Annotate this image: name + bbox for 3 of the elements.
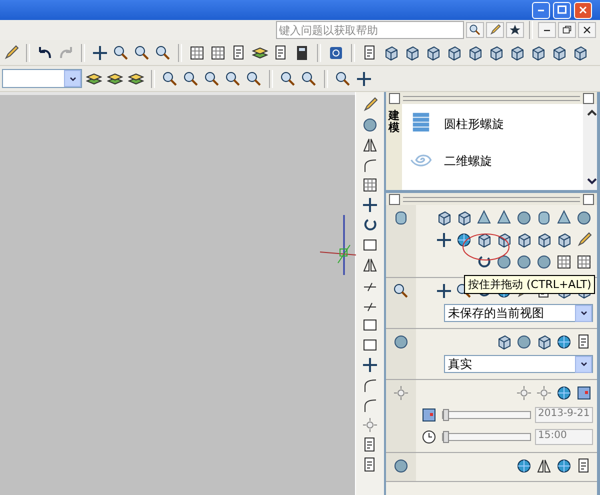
tooltip: 按住并拖动 (CTRL+ALT) — [464, 275, 596, 294]
date-field: 2013-9-21 — [535, 407, 593, 423]
time-field: 15:00 — [535, 429, 593, 445]
